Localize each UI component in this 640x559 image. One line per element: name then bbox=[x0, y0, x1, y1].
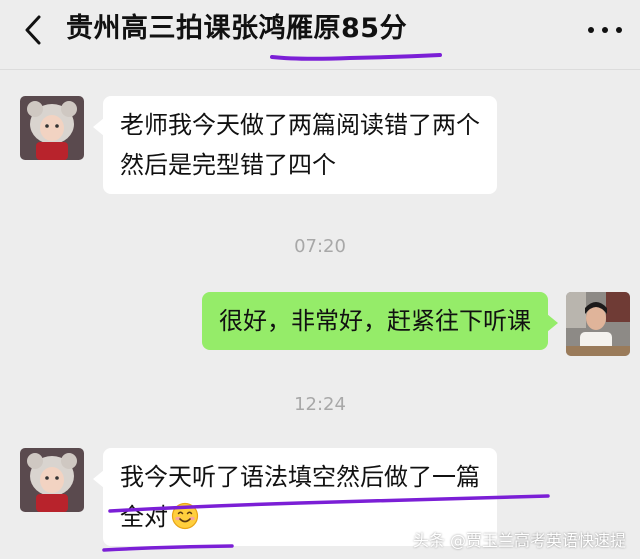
chat-title: 贵州高三拍课张鸿雁原85分 bbox=[66, 13, 408, 44]
watermark: 头条 @贾玉兰高考英语快速提 bbox=[412, 531, 626, 550]
more-dots-icon bbox=[588, 27, 594, 33]
message-text: 全对 bbox=[120, 503, 168, 531]
avatar-photo bbox=[20, 96, 84, 160]
timestamp: 07:20 bbox=[294, 236, 346, 257]
message-bubble-incoming[interactable]: 老师我今天做了两篇阅读错了两个 然后是完型错了四个 bbox=[93, 96, 497, 194]
more-button[interactable] bbox=[588, 20, 622, 40]
message-line: 很好，非常好，赶紧往下听课 bbox=[219, 307, 531, 335]
teacher-avatar[interactable] bbox=[566, 292, 630, 356]
chat-header: 贵州高三拍课张鸿雁原85分 bbox=[0, 0, 640, 70]
student-avatar[interactable] bbox=[20, 448, 84, 512]
student-avatar[interactable] bbox=[20, 96, 84, 160]
timestamp: 12:24 bbox=[294, 394, 346, 415]
message-line: 我今天听了语法填空然后做了一篇 bbox=[120, 463, 480, 491]
message-bubble-outgoing[interactable]: 很好，非常好，赶紧往下听课 bbox=[202, 292, 558, 350]
avatar-photo bbox=[566, 292, 630, 356]
avatar-photo bbox=[20, 448, 84, 512]
chevron-left-icon bbox=[25, 15, 41, 45]
message-line: 老师我今天做了两篇阅读错了两个 bbox=[120, 111, 480, 139]
back-button[interactable] bbox=[18, 12, 48, 48]
message-line: 然后是完型错了四个 bbox=[120, 151, 336, 179]
smiling-face-icon bbox=[171, 502, 199, 530]
